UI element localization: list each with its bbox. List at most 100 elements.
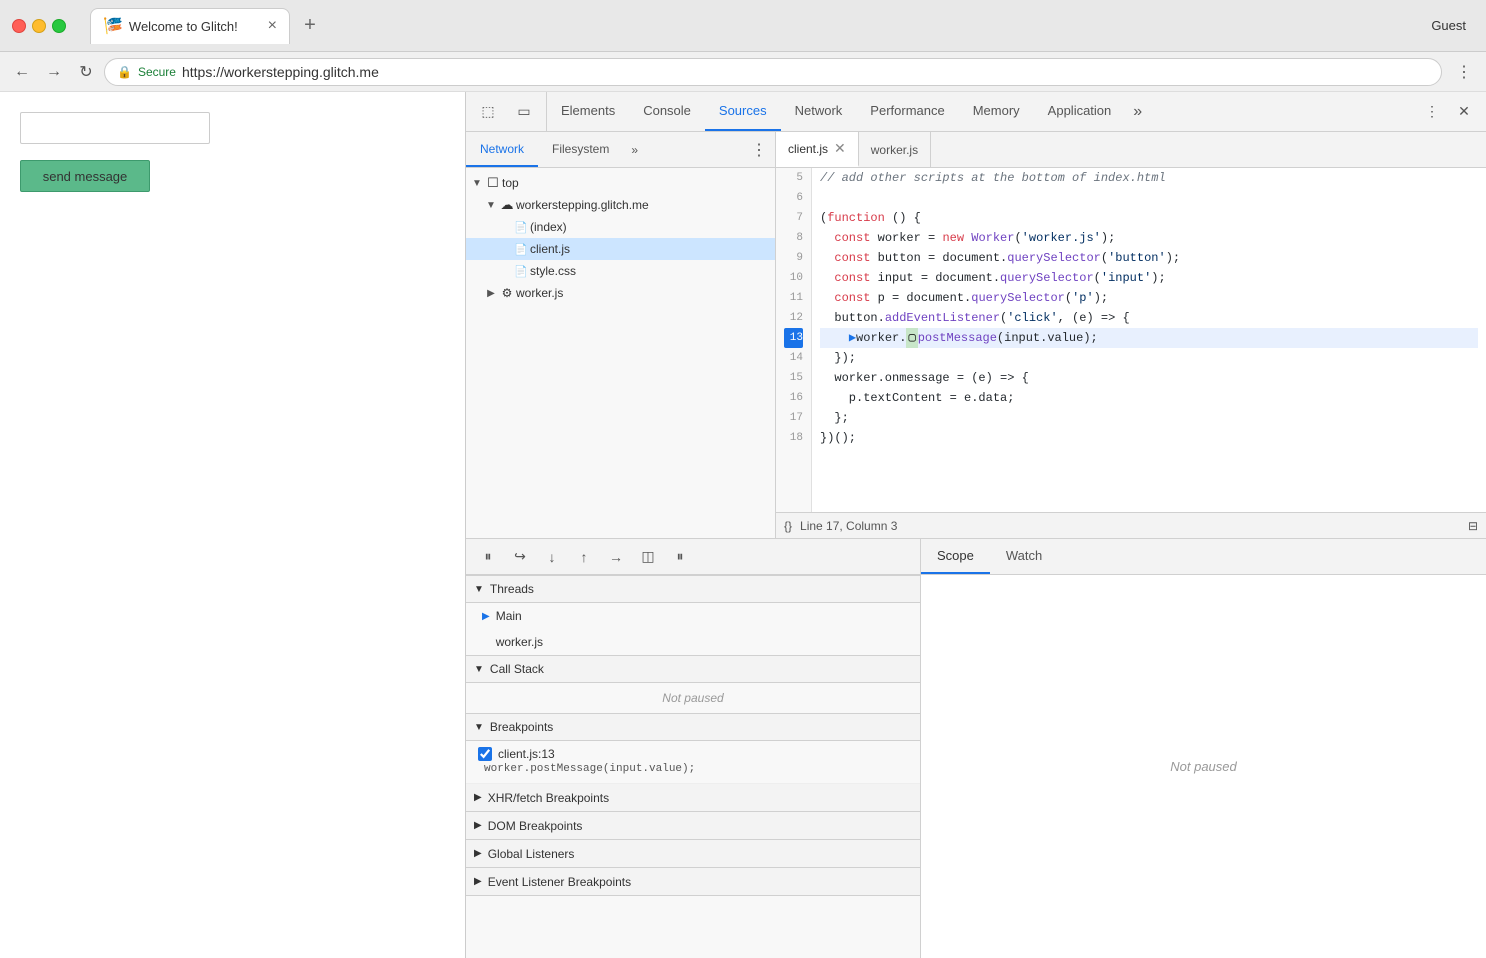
line-num-12: 12 <box>784 308 803 328</box>
code-line-12: button.addEventListener('click', (e) => … <box>820 308 1478 328</box>
line-num-13[interactable]: 13 <box>784 328 803 348</box>
title-bar: 🎏 Welcome to Glitch! × + Guest <box>0 0 1486 52</box>
code-editor: 5 6 7 8 9 10 11 12 13 14 15 16 1 <box>776 168 1486 512</box>
maximize-window-button[interactable] <box>52 19 66 33</box>
code-tab-clientjs-close[interactable]: ✕ <box>834 140 846 157</box>
tab-performance[interactable]: Performance <box>856 92 958 131</box>
xhr-arrow-icon: ▶ <box>474 792 482 803</box>
threads-section-header[interactable]: ▼ Threads <box>466 575 920 603</box>
back-button[interactable]: ← <box>8 58 36 86</box>
global-listeners-label: Global Listeners <box>488 847 575 861</box>
tab-elements[interactable]: Elements <box>547 92 629 131</box>
tree-item-index[interactable]: 📄 (index) <box>466 216 775 238</box>
secure-badge: Secure <box>138 65 176 79</box>
code-line-8: const worker = new Worker('worker.js'); <box>820 228 1478 248</box>
code-tab-workerjs[interactable]: worker.js <box>859 132 931 167</box>
line-num-7: 7 <box>784 208 803 228</box>
tab-memory[interactable]: Memory <box>959 92 1034 131</box>
page-content: send message ⬚ ▭ Elements Console Source… <box>0 92 1486 958</box>
code-line-6 <box>820 188 1478 208</box>
scope-tab-watch[interactable]: Watch <box>990 539 1058 574</box>
minimize-window-button[interactable] <box>32 19 46 33</box>
tab-sources[interactable]: Sources <box>705 92 781 131</box>
code-content[interactable]: // add other scripts at the bottom of in… <box>812 168 1486 512</box>
step-over-button[interactable]: ↪ <box>506 543 534 571</box>
dom-breakpoints-section[interactable]: ▶ DOM Breakpoints <box>466 812 920 840</box>
close-devtools-button[interactable]: ✕ <box>1450 98 1478 126</box>
threads-label: Threads <box>490 582 534 596</box>
tree-item-clientjs[interactable]: 📄 client.js <box>466 238 775 260</box>
pause-on-exceptions-button[interactable]: ⏸ <box>666 543 694 571</box>
line-num-6: 6 <box>784 188 803 208</box>
scope-tab-scope[interactable]: Scope <box>921 539 990 574</box>
cloud-icon: ☁ <box>498 197 516 213</box>
forward-button[interactable]: → <box>40 58 68 86</box>
call-stack-section-header[interactable]: ▼ Call Stack <box>466 655 920 683</box>
inspect-element-button[interactable]: ⬚ <box>474 98 502 126</box>
browser-tab-active[interactable]: 🎏 Welcome to Glitch! × <box>90 8 290 44</box>
send-message-button[interactable]: send message <box>20 160 150 192</box>
tab-application[interactable]: Application <box>1034 92 1126 131</box>
code-panel: client.js ✕ worker.js 5 6 7 8 <box>776 132 1486 538</box>
step-into-button[interactable]: ↓ <box>538 543 566 571</box>
fp-tab-more[interactable]: » <box>623 132 646 167</box>
new-tab-button[interactable]: + <box>294 10 326 42</box>
code-tab-clientjs[interactable]: client.js ✕ <box>776 132 859 167</box>
line-num-11: 11 <box>784 288 803 308</box>
message-input[interactable] <box>20 112 210 144</box>
tree-item-domain[interactable]: ▼ ☁ workerstepping.glitch.me <box>466 194 775 216</box>
global-arrow-icon: ▶ <box>474 848 482 859</box>
threads-content: ▶ Main ▶ worker.js <box>466 603 920 655</box>
tab-bar: 🎏 Welcome to Glitch! × + <box>90 8 326 44</box>
tree-arrow-icon: ▼ <box>470 178 484 189</box>
tree-item-stylecss[interactable]: 📄 style.css <box>466 260 775 282</box>
scope-panel: Scope Watch Not paused <box>921 539 1486 958</box>
tree-label-index: (index) <box>530 220 567 234</box>
fp-tab-filesystem[interactable]: Filesystem <box>538 132 623 167</box>
tab-console[interactable]: Console <box>629 92 705 131</box>
curly-braces-icon: {} <box>784 519 792 533</box>
address-bar[interactable]: 🔒 Secure https://workerstepping.glitch.m… <box>104 58 1442 86</box>
devtools-menu-button[interactable]: ⋮ <box>1418 98 1446 126</box>
devtools-icon-bar: ⬚ ▭ <box>466 92 547 131</box>
close-window-button[interactable] <box>12 19 26 33</box>
global-listeners-section[interactable]: ▶ Global Listeners <box>466 840 920 868</box>
line-numbers: 5 6 7 8 9 10 11 12 13 14 15 16 1 <box>776 168 812 512</box>
xhr-breakpoints-section[interactable]: ▶ XHR/fetch Breakpoints <box>466 784 920 812</box>
step-out-button[interactable]: ↑ <box>570 543 598 571</box>
code-line-14: }); <box>820 348 1478 368</box>
not-paused-text: Not paused <box>1170 759 1237 774</box>
reload-button[interactable]: ↻ <box>72 58 100 86</box>
file-panel: Network Filesystem » ⋮ ▼ ☐ top <box>466 132 776 538</box>
devtools-tabs: Elements Console Sources Network Perform… <box>547 92 1410 131</box>
more-options-button[interactable]: ⋮ <box>1450 58 1478 86</box>
more-tabs-button[interactable]: » <box>1125 92 1150 131</box>
device-toolbar-button[interactable]: ▭ <box>510 98 538 126</box>
event-listener-breakpoints-label: Event Listener Breakpoints <box>488 875 631 889</box>
dom-breakpoints-label: DOM Breakpoints <box>488 819 583 833</box>
tab-network[interactable]: Network <box>781 92 857 131</box>
status-bar-right-icon: ⊟ <box>1468 519 1478 533</box>
breakpoint-checkbox[interactable] <box>478 747 492 761</box>
deactivate-breakpoints-button[interactable]: ◫ <box>634 543 662 571</box>
line-num-9: 9 <box>784 248 803 268</box>
fp-tab-network[interactable]: Network <box>466 132 538 167</box>
fp-menu-button[interactable]: ⋮ <box>743 132 775 167</box>
devtools-bottom: ⏸ ↪ ↓ ↑ → ◫ ⏸ ▼ Threads <box>466 538 1486 958</box>
call-stack-label: Call Stack <box>490 662 544 676</box>
tree-label-domain: workerstepping.glitch.me <box>516 198 649 212</box>
thread-item-main[interactable]: ▶ Main <box>466 603 920 629</box>
code-line-5: // add other scripts at the bottom of in… <box>820 168 1478 188</box>
breakpoints-section-header[interactable]: ▼ Breakpoints <box>466 713 920 741</box>
code-line-13: ▶worker.▢postMessage(input.value); <box>820 328 1478 348</box>
event-listener-breakpoints-section[interactable]: ▶ Event Listener Breakpoints <box>466 868 920 896</box>
step-button[interactable]: → <box>602 543 630 571</box>
lock-icon: 🔒 <box>117 65 132 79</box>
tab-close-button[interactable]: × <box>268 17 277 35</box>
line-num-5: 5 <box>784 168 803 188</box>
tree-item-workerjs[interactable]: ▶ ⚙ worker.js <box>466 282 775 304</box>
tree-item-top[interactable]: ▼ ☐ top <box>466 172 775 194</box>
line-num-14: 14 <box>784 348 803 368</box>
pause-resume-button[interactable]: ⏸ <box>474 543 502 571</box>
thread-item-workerjs[interactable]: ▶ worker.js <box>466 629 920 655</box>
